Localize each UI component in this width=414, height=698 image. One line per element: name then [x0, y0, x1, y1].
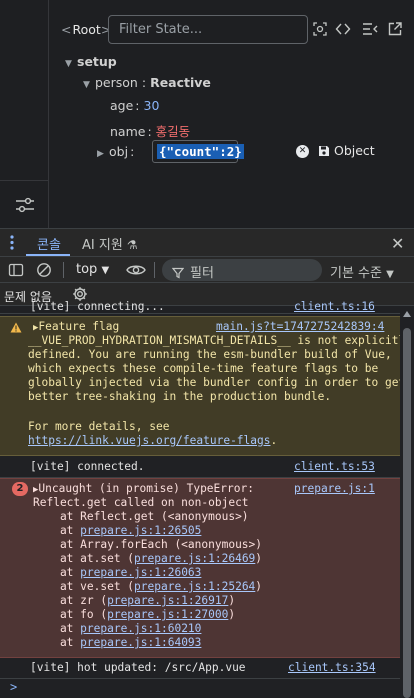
stack-frame: at prepare.js:1:64093: [33, 636, 202, 649]
breadcrumb-root[interactable]: Root: [72, 22, 100, 37]
console-warning-message: ▶Feature flag main.js?t=1747275242839:4 …: [0, 316, 412, 456]
filter-funnel-icon: [172, 267, 184, 279]
stack-frame: at at.set (prepare.js:1:26469): [33, 552, 263, 565]
flask-icon: ⚗: [126, 238, 138, 252]
scrollbar-thumb[interactable]: [403, 328, 411, 698]
stack-frame: at Array.forEach (<anonymous>): [33, 538, 263, 551]
rail-divider: [0, 180, 49, 181]
breadcrumb[interactable]: <Root>: [61, 22, 112, 37]
edit-value-input[interactable]: {"count":2}: [152, 140, 244, 163]
source-link[interactable]: client.ts:354: [288, 661, 376, 676]
console-output: [vite] connecting... client.ts:16 ▶Featu…: [0, 300, 412, 698]
source-link[interactable]: client.ts:53: [294, 460, 375, 475]
tree-row-person[interactable]: ▼ person: Reactive: [83, 75, 211, 90]
toolbar-divider: [154, 262, 155, 278]
source-link[interactable]: main.js?t=1747275242839:4: [216, 320, 384, 335]
tree-section-setup[interactable]: ▼ setup: [65, 54, 117, 69]
stack-frame: at fo (prepare.js:1:27000): [33, 608, 236, 621]
expand-arrow-icon[interactable]: ▼: [83, 80, 95, 90]
save-icon: [319, 146, 329, 156]
error-count-badge: 2: [12, 482, 28, 496]
cancel-edit-icon[interactable]: ✕: [296, 145, 309, 158]
stack-frame: at zr (prepare.js:1:26917): [33, 594, 236, 607]
collapse-list-icon[interactable]: [362, 21, 378, 37]
state-toolbar: <Root> Filter State...: [49, 14, 414, 44]
console-error-message: 2 ▶Uncaught (in promise) TypeError: prep…: [0, 478, 400, 658]
tree-row-obj[interactable]: ▶ obj:: [97, 144, 134, 159]
dropdown-arrow-icon: ▼: [386, 269, 394, 280]
more-options-icon[interactable]: [10, 235, 14, 250]
vue-devtools-panel: <Root> Filter State... ▼ setup ▼ person: Re…: [0, 0, 414, 228]
expand-arrow-icon[interactable]: ▼: [65, 59, 77, 69]
stack-frame: at Reflect.get (<anonymous>): [33, 510, 249, 523]
tab-ai-assistance[interactable]: AI 지원 ⚗: [82, 234, 138, 253]
console-toolbar: top ▼ 필터 기본 수준 ▼: [0, 256, 414, 282]
filter-state-input[interactable]: Filter State...: [108, 15, 308, 44]
console-prompt[interactable]: >: [10, 680, 17, 695]
log-levels-dropdown[interactable]: 기본 수준 ▼: [330, 262, 394, 281]
console-log-connecting: [vite] connecting... client.ts:16: [0, 300, 400, 314]
tree-row-age[interactable]: age:30: [110, 98, 159, 113]
console-filter-input[interactable]: 필터: [162, 259, 322, 281]
inspect-target-icon[interactable]: [312, 21, 328, 37]
source-link[interactable]: prepare.js:1: [294, 482, 375, 497]
sidebar-toggle-icon[interactable]: [8, 262, 24, 278]
stack-frame: at ve.set (prepare.js:1:25264): [33, 580, 263, 593]
console-log-connected: [vite] connected. client.ts:53: [0, 457, 400, 478]
scroll-up-arrow-icon[interactable]: [403, 311, 411, 317]
devtools-window: <Root> Filter State... ▼ setup ▼ person: Re…: [0, 0, 414, 698]
live-expression-eye-icon[interactable]: [126, 263, 146, 277]
stack-frame: at prepare.js:1:60210: [33, 622, 202, 635]
context-selector[interactable]: top ▼: [76, 262, 109, 277]
warning-icon: [10, 322, 22, 333]
dropdown-arrow-icon: ▼: [101, 265, 110, 276]
console-scrollbar[interactable]: [400, 306, 414, 698]
feature-flags-link[interactable]: https://link.vuejs.org/feature-flags: [28, 434, 270, 447]
stack-frame: at prepare.js:1:26063: [33, 566, 202, 579]
code-brackets-icon[interactable]: [335, 21, 351, 37]
left-rail: [0, 0, 49, 228]
source-link[interactable]: client.ts:16: [294, 300, 375, 315]
settings-sliders-icon[interactable]: [14, 195, 36, 215]
toolbar-divider: [63, 262, 64, 278]
console-log-hot-update: [vite] hot updated: /src/App.vue client.…: [0, 658, 400, 679]
open-external-icon[interactable]: [387, 21, 403, 37]
drawer-tab-bar: 콘솔 AI 지원 ⚗ ✕: [0, 228, 414, 256]
clear-console-icon[interactable]: [36, 262, 52, 278]
close-drawer-icon[interactable]: ✕: [391, 234, 404, 253]
tree-row-name[interactable]: name: 홍길동: [110, 121, 190, 140]
stack-frame: at prepare.js:1:26505: [33, 524, 202, 537]
expand-arrow-icon[interactable]: ▶: [97, 149, 109, 159]
save-object-button[interactable]: Object: [318, 143, 375, 158]
tab-console[interactable]: 콘솔: [37, 234, 61, 253]
